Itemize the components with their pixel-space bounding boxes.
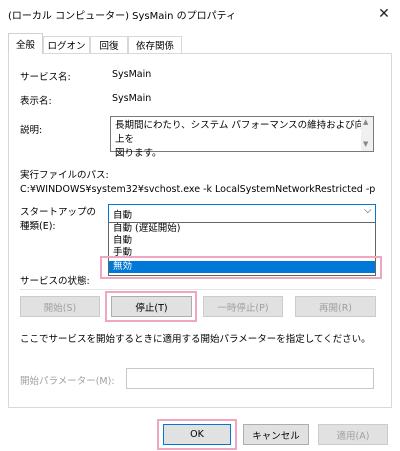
description-textbox[interactable]: 長期間にわたり、システム パフォーマンスの維持および向上を 図ります。 (110, 116, 374, 159)
close-button[interactable]: ✕ (368, 0, 400, 28)
display-name-label: 表示名: (20, 96, 52, 107)
apply-button[interactable]: 適用(A) (318, 424, 388, 445)
description-line-2: 図ります。 (115, 148, 162, 159)
start-params-input[interactable] (126, 368, 374, 389)
tab-general[interactable]: 全般 (8, 33, 43, 54)
close-icon: ✕ (378, 6, 390, 22)
pause-button[interactable]: 一時停止(P) (203, 296, 283, 317)
scroll-up-icon[interactable]: ▲ (363, 118, 368, 126)
service-status-label: サービスの状態: (20, 276, 90, 287)
tab-recovery[interactable]: 回復 (90, 36, 128, 53)
window-title: (ローカル コンピューター) SysMain のプロパティ (8, 11, 237, 22)
separator (20, 289, 376, 290)
description-label: 説明: (20, 125, 43, 136)
startup-type-select[interactable] (108, 204, 376, 223)
tab-logon[interactable]: ログオン (43, 36, 90, 53)
tab-dependencies[interactable]: 依存関係 (128, 36, 182, 53)
cancel-button[interactable]: キャンセル (243, 424, 309, 445)
exe-path-label: 実行ファイルのパス: (20, 170, 109, 181)
highlight-ok-button (157, 419, 237, 450)
display-name-value: SysMain (112, 93, 152, 104)
service-name-label: サービス名: (20, 72, 71, 83)
service-name-value: SysMain (112, 69, 152, 80)
resume-button[interactable]: 再開(R) (295, 296, 376, 317)
chevron-down-icon[interactable]: ⌵ (364, 205, 372, 216)
start-button[interactable]: 開始(S) (20, 296, 100, 317)
startup-option-auto[interactable]: 自動 (109, 235, 375, 247)
startup-type-value: 自動 (113, 210, 133, 221)
highlight-stop-button (105, 291, 197, 322)
startup-option-auto-delayed[interactable]: 自動 (遅延開始) (109, 223, 375, 235)
description-line-1: 長期間にわたり、システム パフォーマンスの維持および向上を (115, 120, 365, 145)
highlight-disabled-option (100, 256, 382, 279)
start-params-hint: ここでサービスを開始するときに適用する開始パラメーターを指定してください。 (20, 334, 371, 345)
exe-path-value: C:¥WINDOWS¥system32¥svchost.exe -k Local… (20, 184, 376, 195)
startup-type-label-line2: 種類(E): (20, 221, 56, 232)
scroll-down-icon[interactable]: ▼ (363, 140, 368, 148)
startup-type-label-line1: スタートアップの (20, 207, 97, 218)
start-params-label: 開始パラメーター(M): (20, 376, 115, 387)
